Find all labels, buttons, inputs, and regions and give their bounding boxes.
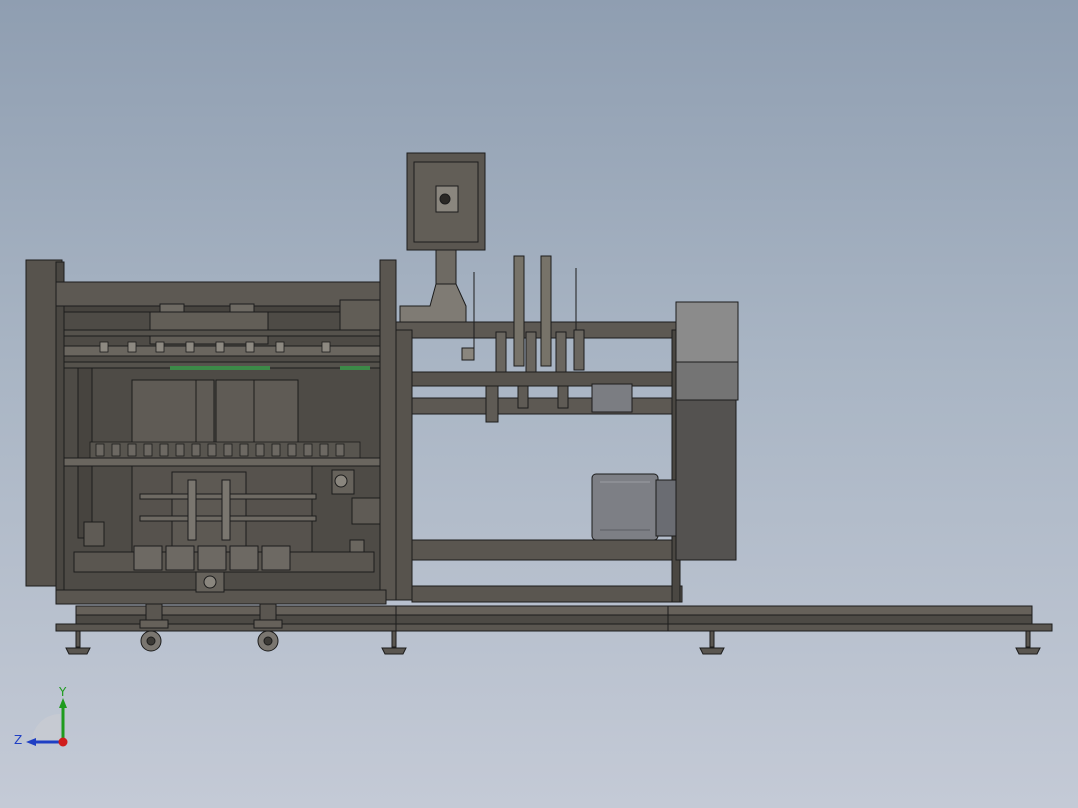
electrical-cabinet[interactable] bbox=[675, 301, 739, 561]
z-axis-label: Z bbox=[14, 733, 22, 747]
leveling-feet bbox=[65, 630, 1041, 655]
coordinate-triad: Y Z bbox=[10, 684, 90, 754]
triad-arc bbox=[32, 714, 60, 742]
y-axis-label: Y bbox=[58, 685, 67, 699]
sensor-strip bbox=[170, 366, 370, 370]
motor bbox=[591, 473, 677, 541]
right-frame bbox=[395, 321, 683, 603]
triad-graphic: Y Z bbox=[14, 685, 68, 747]
cylinders bbox=[461, 255, 633, 423]
base-rail bbox=[55, 605, 1053, 632]
x-axis-dot bbox=[58, 737, 68, 747]
z-axis-arrow bbox=[26, 738, 36, 746]
cad-viewport[interactable]: Y Z bbox=[0, 0, 1078, 808]
duct bbox=[399, 249, 467, 327]
comb-row bbox=[89, 441, 361, 459]
y-axis-arrow bbox=[59, 698, 67, 708]
machine-model[interactable] bbox=[0, 0, 1078, 808]
control-box[interactable] bbox=[406, 152, 486, 251]
